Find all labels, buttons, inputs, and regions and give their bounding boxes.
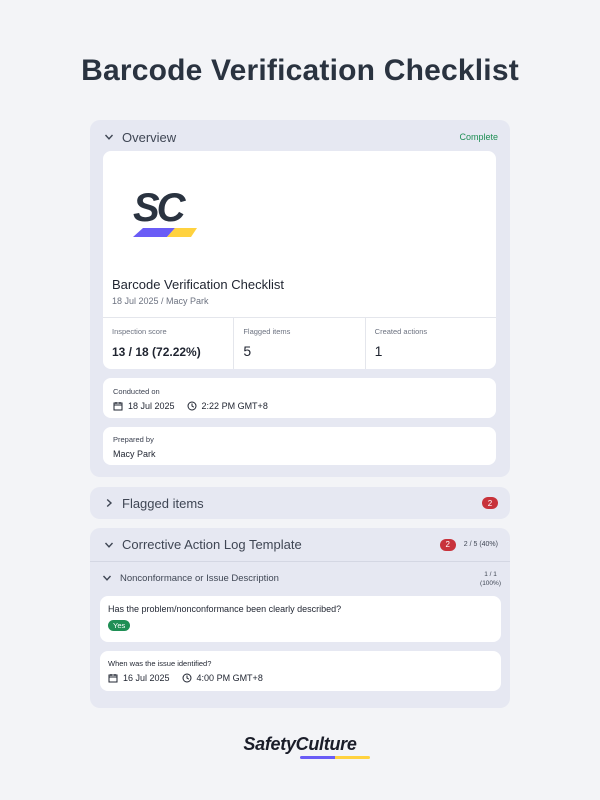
clock-icon	[182, 673, 192, 683]
section-progress-percent: (100%)	[480, 580, 501, 587]
conducted-date: 18 Jul 2025	[128, 401, 175, 411]
flagged-header[interactable]: Flagged items 2	[90, 487, 510, 519]
chevron-down-icon	[102, 130, 116, 144]
corrective-title: Corrective Action Log Template	[122, 537, 302, 552]
stat-label: Created actions	[374, 327, 428, 336]
question-card: When was the issue identified? 16 Jul 20…	[100, 651, 501, 691]
stat-value: 1	[374, 343, 383, 359]
clock-icon	[187, 401, 197, 411]
question-text: Has the problem/nonconformance been clea…	[108, 604, 342, 614]
stat-label: Inspection score	[112, 327, 167, 336]
brand-footer: SafetyCulture	[0, 734, 600, 759]
stat-inspection-score: Inspection score 13 / 18 (72.22%)	[103, 318, 235, 369]
status-badge: Complete	[459, 132, 498, 142]
prepared-label: Prepared by	[113, 435, 154, 444]
stat-created-actions: Created actions 1	[366, 318, 496, 369]
conducted-datetime: 18 Jul 2025 2:22 PM GMT+8	[113, 401, 486, 411]
flagged-items-panel[interactable]: Flagged items 2	[90, 487, 510, 519]
page-title: Barcode Verification Checklist	[81, 54, 519, 87]
overview-card: SC Barcode Verification Checklist 18 Jul…	[103, 151, 496, 369]
stat-flagged-items: Flagged items 5	[234, 318, 366, 369]
svg-text:SC: SC	[133, 186, 187, 230]
conducted-label: Conducted on	[113, 387, 160, 396]
overview-panel: Overview Complete SC Barcode Verificatio…	[90, 120, 510, 477]
prepared-value: Macy Park	[113, 449, 156, 459]
corrective-action-panel: Corrective Action Log Template 2 2 / 5 (…	[90, 528, 510, 708]
flagged-count-badge: 2	[482, 497, 498, 509]
flagged-title: Flagged items	[122, 495, 204, 511]
section-title: Nonconformance or Issue Description	[120, 572, 279, 584]
safetyculture-logo: SC	[131, 185, 203, 241]
corrective-header[interactable]: Corrective Action Log Template 2 2 / 5 (…	[90, 528, 510, 562]
conducted-time: 2:22 PM GMT+8	[201, 401, 268, 411]
chevron-down-icon	[102, 538, 116, 552]
question-card: Has the problem/nonconformance been clea…	[100, 596, 501, 642]
answer-badge: Yes	[108, 620, 131, 631]
chevron-down-icon	[100, 571, 114, 585]
issue-datetime: 16 Jul 2025 4:00 PM GMT+8	[108, 673, 493, 683]
chevron-right-icon	[102, 496, 116, 510]
brand-underline	[300, 756, 370, 759]
stat-value: 5	[243, 343, 252, 359]
issue-time: 4:00 PM GMT+8	[196, 673, 263, 683]
section-header[interactable]: Nonconformance or Issue Description 1 / …	[90, 566, 510, 590]
prepared-by-card: Prepared by Macy Park	[103, 427, 496, 465]
brand-name: SafetyCulture	[243, 734, 357, 754]
overview-doc-subtitle: 18 Jul 2025 / Macy Park	[112, 296, 209, 306]
overview-title: Overview	[122, 129, 177, 145]
overview-doc-title: Barcode Verification Checklist	[112, 277, 284, 292]
section-progress-fraction: 1 / 1	[484, 571, 497, 578]
calendar-icon	[113, 401, 123, 411]
stat-value: 13 / 18 (72.22%)	[112, 345, 201, 359]
section-progress: 1 / 1 (100%)	[480, 570, 501, 588]
overview-header[interactable]: Overview Complete	[90, 120, 510, 154]
corrective-progress: 2 / 5 (40%)	[463, 541, 498, 548]
stat-label: Flagged items	[243, 327, 291, 336]
conducted-on-card: Conducted on 18 Jul 2025 2:22 PM GMT+8	[103, 378, 496, 418]
question-text: When was the issue identified?	[108, 659, 212, 668]
stats-row: Inspection score 13 / 18 (72.22%) Flagge…	[103, 317, 496, 369]
corrective-count-badge: 2	[439, 538, 456, 551]
issue-date: 16 Jul 2025	[123, 673, 170, 683]
calendar-icon	[108, 673, 118, 683]
